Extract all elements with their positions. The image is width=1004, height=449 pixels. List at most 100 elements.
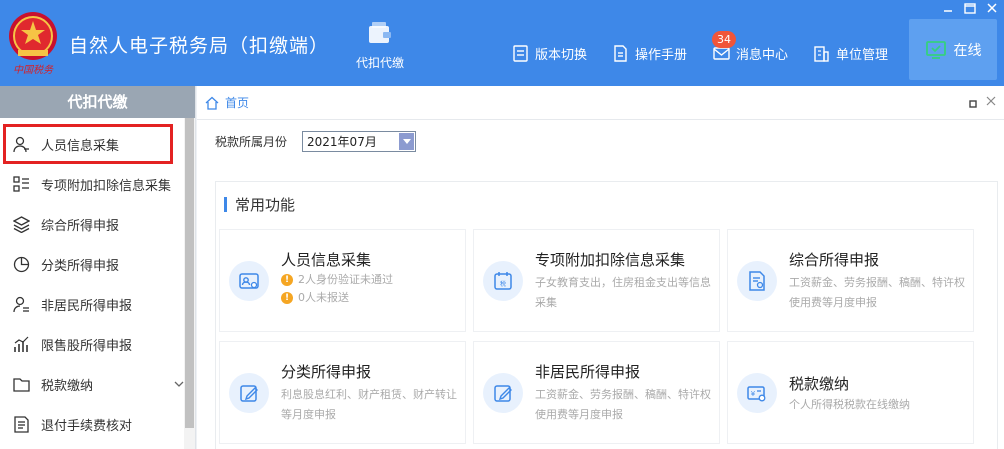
- sidebar-item-label: 退付手续费核对: [41, 418, 133, 434]
- warning-icon: !: [281, 274, 293, 286]
- sidebar-item-label: 人员信息采集: [41, 138, 120, 154]
- tab-restore-button[interactable]: [969, 98, 977, 111]
- manual-icon: [614, 44, 627, 62]
- card-classified-income[interactable]: 分类所得申报 利息股息红利、财产租赁、财产转让等月度申报: [219, 341, 466, 444]
- user-icon: [13, 136, 29, 152]
- month-filter-label: 税款所属月份: [215, 135, 288, 149]
- warning-row[interactable]: ! 0人未报送: [281, 289, 459, 307]
- minimize-button[interactable]: [940, 1, 956, 15]
- tax-emblem-logo: 中国税务: [2, 6, 64, 78]
- edit-icon: [483, 373, 523, 413]
- warning-icon: !: [281, 292, 293, 304]
- card-title: 分类所得申报: [281, 363, 372, 381]
- sidebar-item-label: 非居民所得申报: [41, 298, 133, 314]
- month-select[interactable]: 2021年07月: [302, 131, 417, 152]
- card-comprehensive-income[interactable]: 综合所得申报 工资薪金、劳务报酬、稿酬、特许权使用费等月度申报: [727, 229, 974, 332]
- card-description: 子女教育支出，住房租金支出等信息采集: [535, 276, 711, 309]
- sidebar-scrollbar-thumb[interactable]: [185, 118, 194, 428]
- sidebar-item-classified-income[interactable]: 分类所得申报: [0, 244, 195, 284]
- square-icon: [969, 100, 977, 108]
- document-icon: [14, 415, 29, 433]
- maximize-button[interactable]: [962, 1, 978, 15]
- sidebar-item-tax-payment[interactable]: 税款缴纳: [0, 364, 195, 404]
- main-content: 首页 税款所属月份 2021年07月 常用功能 人员信息采集 ! 2人身份验证未通…: [197, 86, 1004, 449]
- card-personnel-info[interactable]: 人员信息采集 ! 2人身份验证未通过 ! 0人未报送: [219, 229, 466, 332]
- card-description: 个人所得税税款在线缴纳: [789, 398, 910, 411]
- sidebar: 代扣代缴 人员信息采集 专项附加扣除信息采集 综合所得申报 分类所得申报 非居民…: [0, 86, 196, 449]
- tab-close-button[interactable]: [986, 96, 996, 109]
- nav-agent-withholding[interactable]: 代扣代缴: [344, 16, 416, 80]
- document-icon: [737, 261, 777, 301]
- sidebar-item-label: 限售股所得申报: [41, 338, 133, 354]
- version-icon: [513, 44, 528, 62]
- manual-label: 操作手册: [635, 47, 688, 63]
- breadcrumb: 首页: [197, 86, 1004, 120]
- sidebar-item-label: 税款缴纳: [41, 378, 94, 394]
- app-header: 中国税务 自然人电子税务局（扣缴端） 代扣代缴 版本切换 操作手册 消息中心 3…: [0, 0, 1004, 86]
- card-special-deduction[interactable]: 税 专项附加扣除信息采集 子女教育支出，住房租金支出等信息采集: [473, 229, 720, 332]
- bar-chart-icon: [14, 336, 29, 352]
- version-switch-button[interactable]: 版本切换: [512, 43, 587, 63]
- pie-icon: [13, 256, 30, 272]
- panel-title: 常用功能: [224, 194, 295, 215]
- card-tax-payment[interactable]: ¥ 税款缴纳 个人所得税税款在线缴纳: [727, 341, 974, 444]
- payment-icon: ¥: [737, 373, 777, 413]
- month-select-value: 2021年07月: [307, 135, 377, 149]
- sidebar-item-label: 专项附加扣除信息采集: [41, 178, 172, 194]
- monitor-icon: [925, 40, 946, 59]
- close-icon: [986, 96, 996, 106]
- svg-text:¥: ¥: [751, 390, 756, 398]
- manual-button[interactable]: 操作手册: [612, 43, 687, 63]
- svg-text:税: 税: [500, 280, 506, 288]
- card-description: 利息股息红利、财产租赁、财产转让等月度申报: [281, 388, 457, 421]
- sidebar-item-non-resident[interactable]: 非居民所得申报: [0, 284, 195, 324]
- card-title: 非居民所得申报: [535, 363, 641, 381]
- card-title: 人员信息采集: [281, 251, 372, 269]
- layers-icon: [13, 215, 30, 233]
- close-icon: [987, 3, 997, 13]
- card-warnings: ! 2人身份验证未通过 ! 0人未报送: [281, 271, 459, 307]
- sidebar-item-personnel-info[interactable]: 人员信息采集: [3, 124, 173, 164]
- message-count-badge: 34: [712, 31, 736, 48]
- sidebar-scrollbar[interactable]: [184, 118, 195, 449]
- warning-text: 2人身份验证未通过: [298, 273, 393, 286]
- card-non-resident[interactable]: 非居民所得申报 工资薪金、劳务报酬、稿酬、特许权使用费等月度申报: [473, 341, 720, 444]
- sidebar-item-label: 综合所得申报: [41, 218, 120, 234]
- sidebar-item-refund-fee-check[interactable]: 退付手续费核对: [0, 404, 195, 444]
- warning-row[interactable]: ! 2人身份验证未通过: [281, 271, 459, 289]
- sidebar-title: 代扣代缴: [0, 86, 195, 118]
- close-button[interactable]: [984, 1, 1000, 15]
- wallet-icon: [369, 22, 391, 43]
- month-filter: 税款所属月份 2021年07月: [215, 131, 417, 152]
- online-label: 在线: [953, 42, 982, 59]
- sidebar-item-label: 分类所得申报: [41, 258, 120, 274]
- home-icon[interactable]: [205, 96, 219, 110]
- logo-text: 中国税务: [13, 64, 54, 76]
- id-card-icon: [229, 261, 269, 301]
- sidebar-item-comprehensive-income[interactable]: 综合所得申报: [0, 204, 195, 244]
- online-status-button[interactable]: 在线: [909, 19, 997, 80]
- list-icon: [13, 175, 29, 192]
- sidebar-item-restricted-shares[interactable]: 限售股所得申报: [0, 324, 195, 364]
- dropdown-arrow-icon[interactable]: [399, 133, 415, 150]
- breadcrumb-home[interactable]: 首页: [225, 94, 249, 111]
- sidebar-item-special-deduction[interactable]: 专项附加扣除信息采集: [0, 164, 195, 204]
- app-title: 自然人电子税务局（扣缴端）: [69, 35, 330, 57]
- sidebar-menu: 人员信息采集 专项附加扣除信息采集 综合所得申报 分类所得申报 非居民所得申报 …: [0, 124, 195, 444]
- nav-agent-label: 代扣代缴: [355, 56, 404, 70]
- maximize-icon: [964, 2, 976, 14]
- card-title: 税款缴纳: [789, 375, 850, 393]
- card-title: 综合所得申报: [789, 251, 880, 269]
- minimize-icon: [944, 10, 952, 12]
- card-description: 工资薪金、劳务报酬、稿酬、特许权使用费等月度申报: [535, 388, 711, 421]
- unit-management-button[interactable]: 单位管理: [813, 43, 888, 63]
- unit-management-label: 单位管理: [836, 47, 889, 63]
- card-description: 工资薪金、劳务报酬、稿酬、特许权使用费等月度申报: [789, 276, 965, 309]
- version-switch-label: 版本切换: [535, 47, 588, 63]
- folder-icon: [13, 377, 30, 392]
- tax-calendar-icon: 税: [483, 261, 523, 301]
- building-icon: [814, 45, 829, 62]
- common-functions-panel: 常用功能 人员信息采集 ! 2人身份验证未通过 ! 0人未报送 税 专项附加扣除信息…: [215, 181, 998, 449]
- card-title: 专项附加扣除信息采集: [535, 251, 686, 269]
- person-icon: [13, 296, 29, 312]
